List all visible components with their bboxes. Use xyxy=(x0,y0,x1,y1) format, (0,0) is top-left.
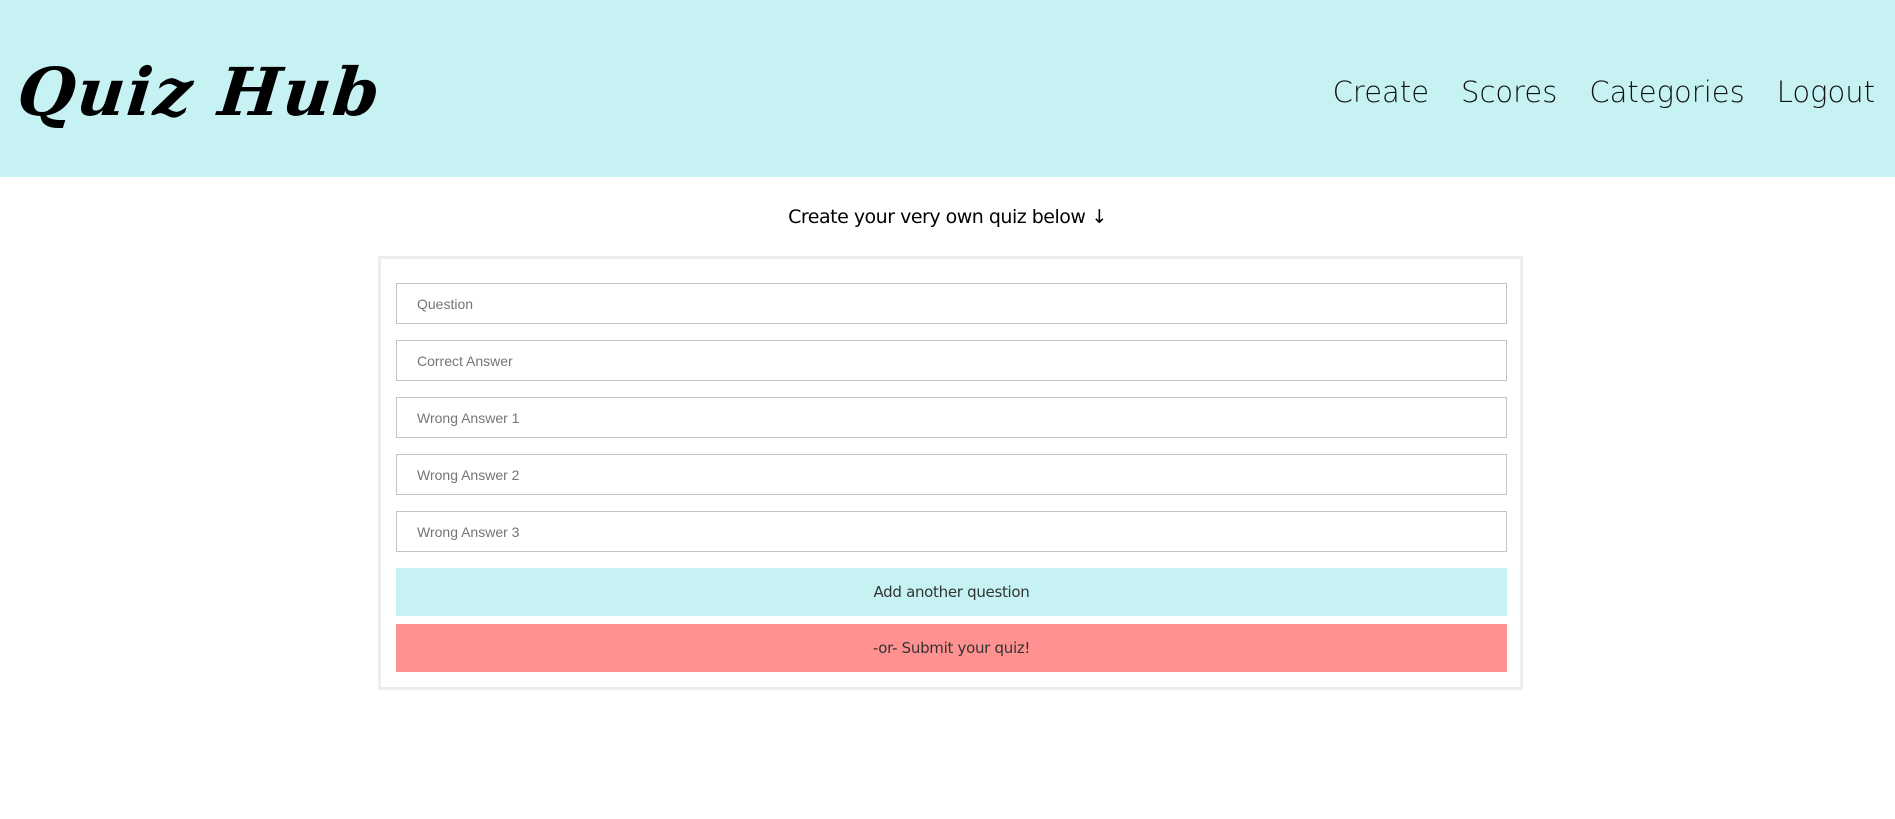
add-question-button[interactable]: Add another question xyxy=(396,568,1507,616)
wrong-answer-2-input[interactable] xyxy=(396,454,1507,495)
correct-answer-input[interactable] xyxy=(396,340,1507,381)
page-subtitle: Create your very own quiz below ↓ xyxy=(0,203,1895,231)
nav-logout-link[interactable]: Logout xyxy=(1777,72,1875,112)
submit-quiz-button[interactable]: -or- Submit your quiz! xyxy=(396,624,1507,672)
site-header: Quiz Hub Create Scores Categories Logout xyxy=(0,0,1895,177)
question-input[interactable] xyxy=(396,283,1507,324)
nav-categories-link[interactable]: Categories xyxy=(1589,72,1744,112)
wrong-answer-3-input[interactable] xyxy=(396,511,1507,552)
down-arrow-icon: ↓ xyxy=(1091,206,1107,228)
wrong-answer-1-input[interactable] xyxy=(396,397,1507,438)
site-logo[interactable]: Quiz Hub xyxy=(14,52,386,132)
nav-create-link[interactable]: Create xyxy=(1333,72,1429,112)
main-nav: Create Scores Categories Logout xyxy=(1333,72,1875,112)
nav-scores-link[interactable]: Scores xyxy=(1461,72,1557,112)
subtitle-text: Create your very own quiz below xyxy=(788,206,1086,228)
